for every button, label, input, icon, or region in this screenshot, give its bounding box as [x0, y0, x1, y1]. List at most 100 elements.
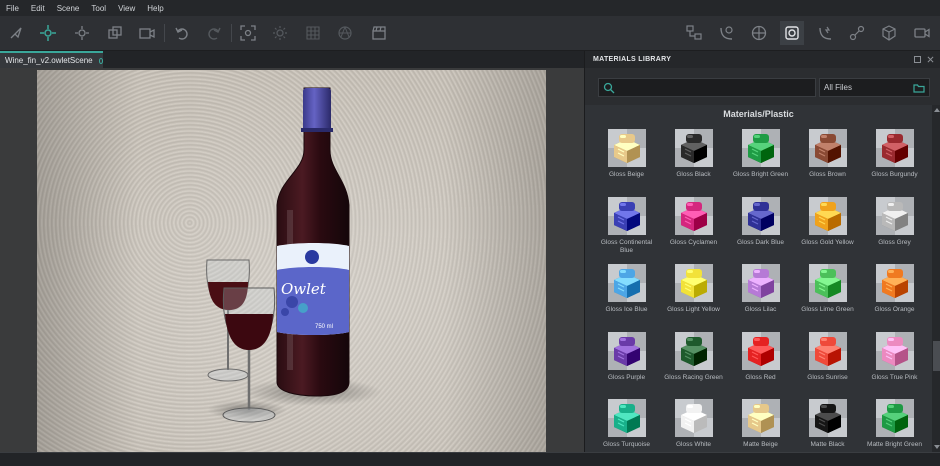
menu-edit[interactable]: Edit: [25, 4, 51, 13]
scroll-up-icon[interactable]: [934, 108, 940, 112]
material-label: Gloss Brown: [809, 171, 846, 178]
material-item[interactable]: Matte Black: [794, 395, 861, 452]
tab-scene-document[interactable]: Wine_fin_v2.owletScene: [0, 51, 103, 68]
menu-tool[interactable]: Tool: [85, 4, 112, 13]
viewport-3d[interactable]: Owlet 750 ml: [0, 68, 584, 452]
material-preview: [741, 129, 780, 167]
material-label: Gloss True Pink: [871, 373, 918, 381]
clapperboard-icon[interactable]: [369, 23, 389, 43]
filter-value: All Files: [824, 83, 853, 92]
material-label: Gloss Beige: [608, 171, 645, 178]
focus-icon[interactable]: [238, 23, 258, 43]
file-filter-dropdown[interactable]: All Files: [819, 78, 930, 97]
redo-icon[interactable]: [204, 23, 224, 43]
material-label: Gloss Sunrise: [807, 373, 848, 381]
material-preview: [607, 264, 646, 302]
hierarchy-icon[interactable]: [684, 23, 704, 43]
orbit-icon[interactable]: [72, 23, 92, 43]
gizmo-icon[interactable]: [847, 23, 867, 43]
material-label: Gloss Orange: [874, 306, 915, 313]
material-item[interactable]: Gloss Black: [660, 125, 727, 193]
material-item[interactable]: Gloss Turquoise: [593, 395, 660, 452]
material-preview: [607, 196, 646, 235]
material-item[interactable]: Gloss Purple: [593, 328, 660, 396]
sphere-icon[interactable]: [335, 23, 355, 43]
material-label: Gloss Continental Blue: [600, 238, 653, 254]
tab-scene-label: Wine_fin_v2.owletScene: [5, 56, 93, 65]
object-icon[interactable]: [879, 23, 899, 43]
material-item[interactable]: Gloss Orange: [861, 260, 928, 328]
material-label: Matte Bright Green: [867, 441, 922, 448]
material-preview: [674, 399, 713, 437]
material-preview: [808, 331, 847, 370]
material-label: Matte Black: [810, 441, 845, 448]
grid-icon[interactable]: [303, 23, 323, 43]
wine-scene-render: Owlet 750 ml: [206, 87, 382, 423]
material-item[interactable]: Gloss Continental Blue: [593, 193, 660, 261]
search-icon: [603, 82, 615, 94]
material-item[interactable]: Matte Beige: [727, 395, 794, 452]
panel-close-icon[interactable]: [927, 56, 934, 63]
category-title: Materials/Plastic: [723, 109, 794, 119]
main-toolbar: [0, 16, 940, 51]
material-item[interactable]: Gloss White: [660, 395, 727, 452]
material-item[interactable]: Gloss Ice Blue: [593, 260, 660, 328]
material-item[interactable]: Gloss True Pink: [861, 328, 928, 396]
menu-help[interactable]: Help: [141, 4, 169, 13]
material-item[interactable]: Gloss Grey: [861, 193, 928, 261]
material-preview: [674, 129, 713, 167]
material-preview: [741, 399, 780, 437]
material-item[interactable]: Gloss Cyclamen: [660, 193, 727, 261]
select-icon[interactable]: [6, 23, 26, 43]
material-item[interactable]: Gloss Lime Green: [794, 260, 861, 328]
scrollbar-thumb[interactable]: [933, 341, 940, 371]
material-item[interactable]: Gloss Gold Yellow: [794, 193, 861, 261]
lighting-icon[interactable]: [815, 23, 835, 43]
material-label: Gloss Bright Green: [732, 171, 789, 178]
menu-scene[interactable]: Scene: [51, 4, 86, 13]
material-item[interactable]: Gloss Burgundy: [861, 125, 928, 193]
material-preview: [674, 196, 713, 235]
material-preview: [607, 399, 646, 437]
material-preview: [607, 331, 646, 370]
move-icon[interactable]: [38, 23, 58, 43]
material-item[interactable]: Gloss Brown: [794, 125, 861, 193]
render-canvas[interactable]: Owlet 750 ml: [37, 70, 546, 452]
material-preview: [808, 129, 847, 167]
material-item[interactable]: Gloss Red: [727, 328, 794, 396]
material-item[interactable]: Gloss Dark Blue: [727, 193, 794, 261]
toolbar-divider: [164, 24, 165, 42]
material-item[interactable]: Gloss Racing Green: [660, 328, 727, 396]
material-label: Gloss Black: [676, 171, 711, 178]
camera-icon[interactable]: [137, 23, 157, 43]
undo-icon[interactable]: [172, 23, 192, 43]
panel-title: MATERIALS LIBRARY: [593, 56, 672, 63]
video-camera-icon[interactable]: [912, 23, 932, 43]
material-item[interactable]: Gloss Light Yellow: [660, 260, 727, 328]
material-item[interactable]: Gloss Beige: [593, 125, 660, 193]
material-item[interactable]: Gloss Lilac: [727, 260, 794, 328]
folder-icon[interactable]: [913, 83, 925, 93]
material-icon[interactable]: [716, 23, 736, 43]
materials-grid: Gloss Beige Gloss Black Gloss Bright Green…: [593, 125, 929, 452]
environment-icon[interactable]: [749, 23, 769, 43]
scroll-down-icon[interactable]: [934, 445, 940, 449]
material-preview: [875, 129, 914, 167]
material-label: Gloss White: [675, 441, 712, 448]
material-label: Gloss Racing Green: [664, 373, 723, 381]
material-item[interactable]: Matte Bright Green: [861, 395, 928, 452]
material-item[interactable]: Gloss Bright Green: [727, 125, 794, 193]
search-input[interactable]: [598, 78, 816, 97]
material-label: Gloss Light Yellow: [667, 306, 720, 313]
material-label: Gloss Gold Yellow: [801, 238, 854, 246]
library-scrollbar[interactable]: [932, 105, 940, 452]
material-label: Gloss Dark Blue: [737, 238, 784, 246]
transform-icon[interactable]: [105, 23, 125, 43]
material-library-icon[interactable]: [780, 21, 804, 45]
material-label: Gloss Burgundy: [871, 171, 918, 178]
menu-view[interactable]: View: [112, 4, 141, 13]
panel-float-icon[interactable]: [914, 56, 921, 63]
sun-icon[interactable]: [270, 23, 290, 43]
menu-file[interactable]: File: [0, 4, 25, 13]
material-item[interactable]: Gloss Sunrise: [794, 328, 861, 396]
